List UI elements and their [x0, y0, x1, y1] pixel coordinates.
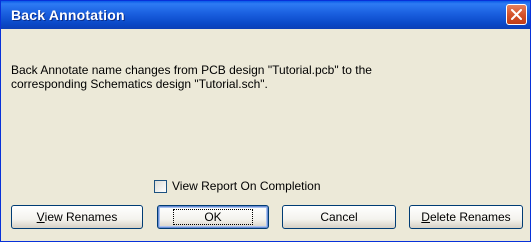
view-renames-label: iew Renames — [44, 210, 118, 224]
delete-renames-label: elete Renames — [429, 210, 511, 224]
view-report-option[interactable]: View Report On Completion — [154, 179, 321, 193]
cancel-button[interactable]: Cancel — [282, 205, 396, 229]
back-annotation-dialog: Back Annotation Back Annotate name chang… — [0, 0, 531, 242]
view-renames-mnemonic: V — [36, 210, 45, 224]
view-report-label: View Report On Completion — [172, 179, 321, 193]
ok-label: OK — [173, 209, 253, 225]
ok-button[interactable]: OK — [157, 205, 269, 229]
window-title: Back Annotation — [11, 7, 125, 23]
delete-renames-button[interactable]: Delete Renames — [409, 205, 523, 229]
close-icon — [511, 9, 522, 20]
message-text: Back Annotate name changes from PCB desi… — [11, 63, 372, 91]
title-bar[interactable]: Back Annotation — [1, 1, 530, 29]
view-report-checkbox[interactable] — [154, 179, 167, 193]
close-button[interactable] — [506, 4, 527, 25]
cancel-label: Cancel — [320, 210, 358, 224]
view-renames-button[interactable]: View Renames — [11, 205, 143, 229]
delete-renames-mnemonic: D — [421, 210, 430, 224]
